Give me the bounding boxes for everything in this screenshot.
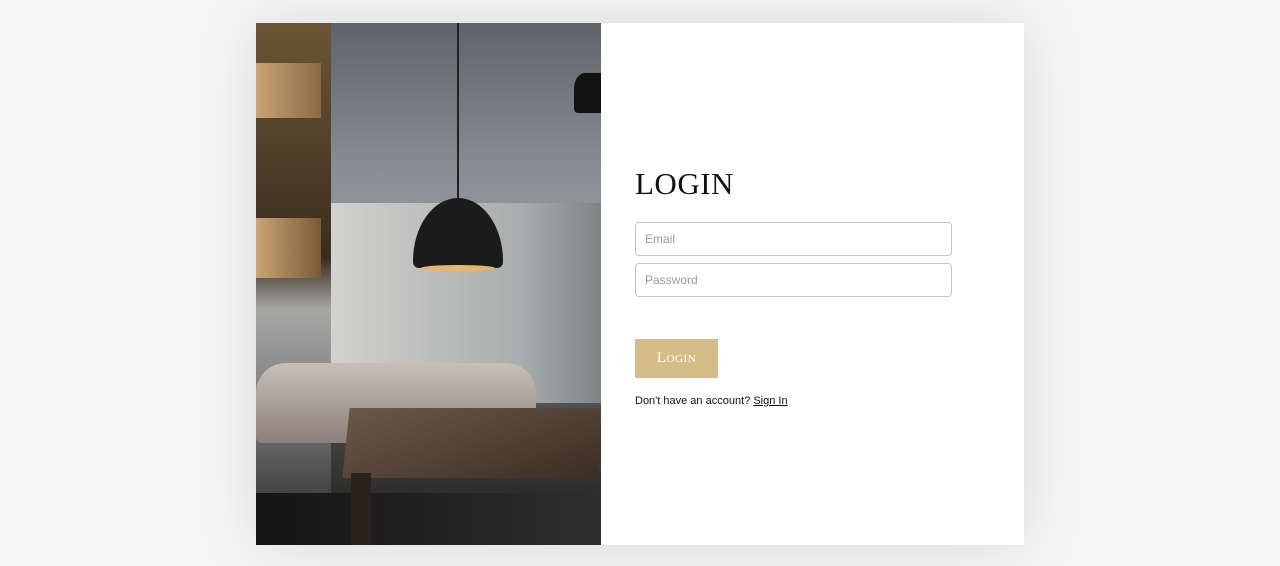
page-title: LOGIN xyxy=(635,166,734,201)
email-input[interactable] xyxy=(635,222,952,256)
signup-prompt-text: Don't have an account? xyxy=(635,395,751,407)
login-button[interactable]: Login xyxy=(635,339,718,378)
signup-prompt: Don't have an account? Sign In xyxy=(635,395,952,407)
bottle-shelf xyxy=(256,23,331,545)
table xyxy=(342,408,601,478)
sign-in-link[interactable]: Sign In xyxy=(753,395,787,407)
login-card: LOGIN Login Don't have an account? Sign … xyxy=(256,23,1024,545)
login-form: LOGIN Login Don't have an account? Sign … xyxy=(601,23,952,545)
password-input[interactable] xyxy=(635,263,952,297)
cafe-interior-image xyxy=(256,23,601,545)
